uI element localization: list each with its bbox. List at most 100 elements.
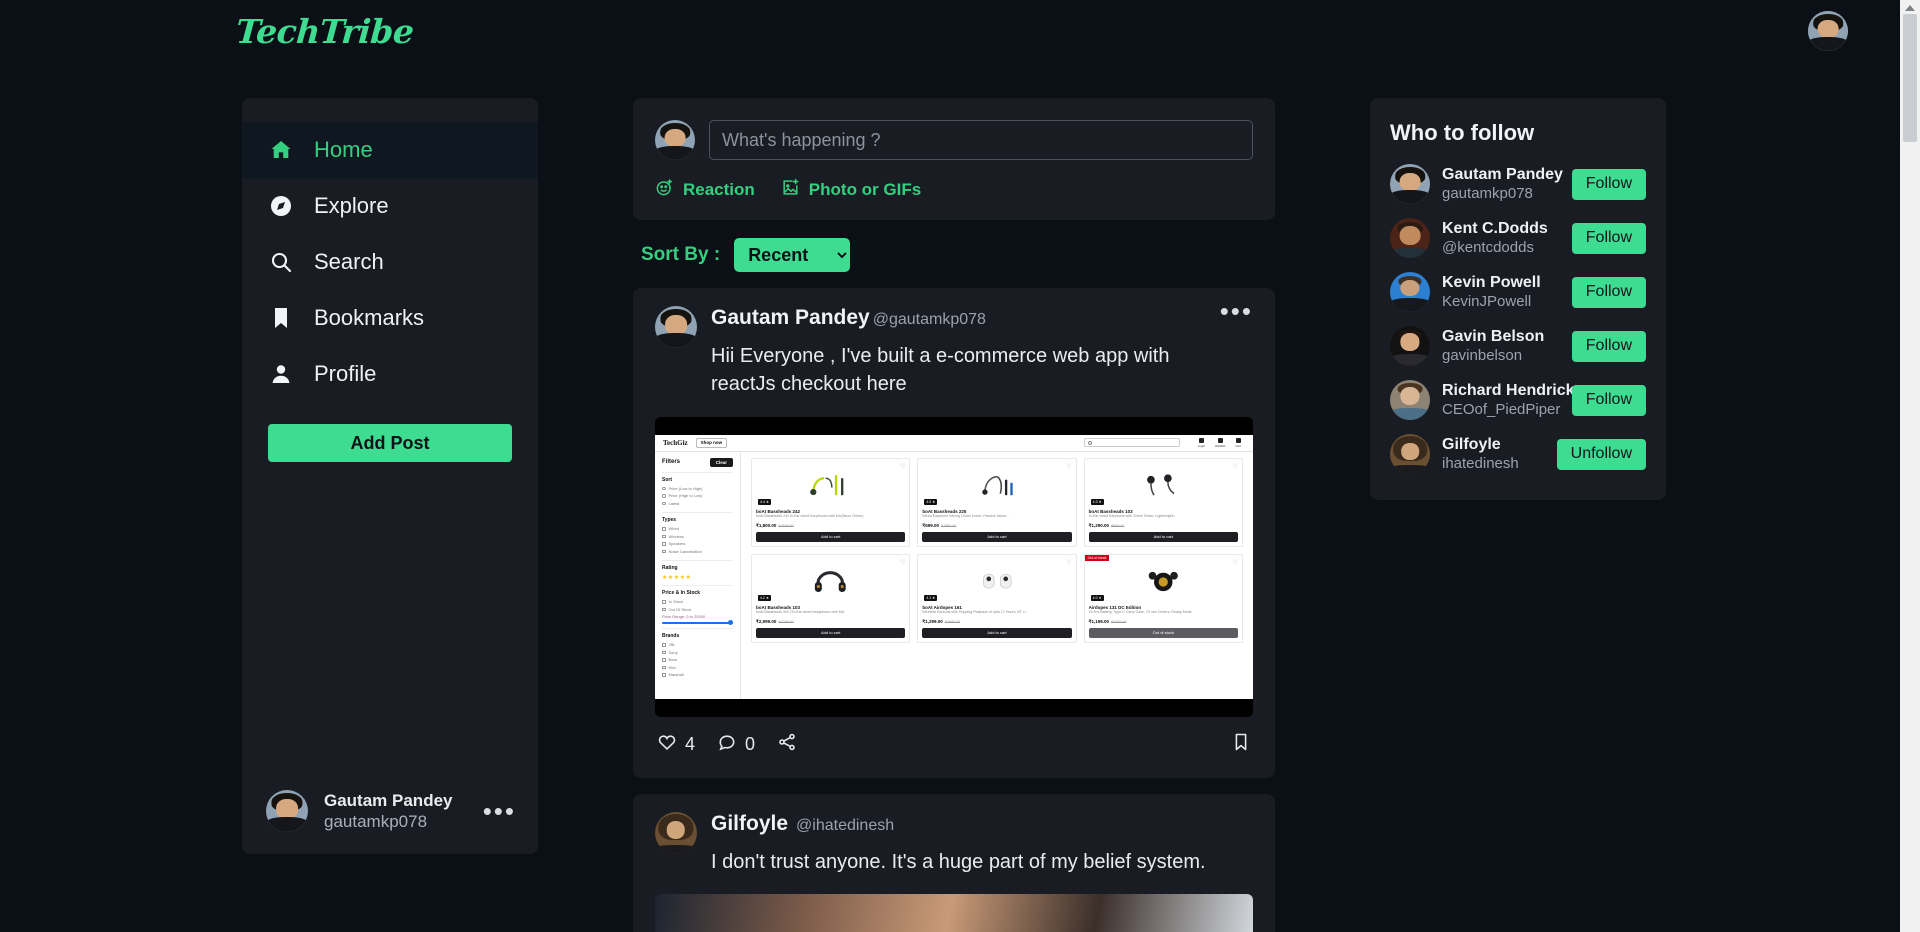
filter-option: Out Of Stock — [662, 607, 733, 612]
heart-icon — [1217, 437, 1223, 443]
post-author-name[interactable]: Gilfoyle — [711, 812, 788, 836]
follow-button[interactable]: Follow — [1571, 384, 1646, 416]
product-price-value: ₹1,199.00 — [1088, 618, 1110, 624]
person-icon — [268, 361, 294, 387]
comment-button[interactable]: 0 — [717, 732, 755, 757]
follow-button[interactable]: Follow — [1571, 330, 1646, 362]
checkbox-icon — [662, 534, 666, 539]
comment-count: 0 — [745, 733, 756, 754]
sidebar-item-label: Search — [314, 249, 384, 274]
product-badge: 4.4 ★ — [758, 498, 771, 505]
scroll-up-arrow-icon[interactable] — [1905, 5, 1915, 11]
product-price: ₹699.00 ₹1990.00 — [922, 523, 1071, 529]
avatar-body — [1808, 36, 1848, 51]
product-desc: Wireless Earbuds with Hopping Playback o… — [922, 609, 1028, 614]
app-logo[interactable]: TechTribe — [235, 12, 415, 51]
sidebar-user-row[interactable]: Gautam Pandey gautamkp078 ••• — [242, 768, 538, 854]
sidebar-user-handle: gautamkp078 — [324, 812, 428, 831]
product-price-was: ₹899.00 — [1111, 523, 1125, 528]
avatar[interactable] — [1390, 434, 1430, 474]
product-image: 4.3 ★ — [1089, 463, 1238, 507]
checkbox-icon — [662, 549, 666, 554]
product-card: Out of stock ♡ 4.0 ★ Airdopes 131 DC Edi… — [1083, 553, 1243, 643]
filter-option: Sony — [662, 650, 733, 655]
main-layout: Home Explore Search Bookmarks Profile Ad… — [0, 62, 1920, 932]
follow-name: Kevin Powell — [1442, 273, 1541, 291]
product-price-value: ₹699.00 — [922, 522, 939, 528]
post-author-avatar[interactable] — [655, 306, 697, 348]
post-media[interactable]: TechGiz Shop now Login Wishlist Cart Fil… — [655, 416, 1253, 717]
post-menu-icon[interactable]: ••• — [1220, 298, 1253, 324]
page-scrollbar[interactable] — [1900, 0, 1920, 932]
follow-button[interactable]: Follow — [1571, 276, 1646, 308]
product-image: 4.4 ★ — [756, 463, 905, 507]
composer-input[interactable] — [709, 120, 1253, 160]
post-author-avatar[interactable] — [655, 811, 697, 854]
follow-button[interactable]: Follow — [1571, 222, 1646, 254]
cart-icon — [1235, 437, 1241, 443]
sidebar-item-bookmarks[interactable]: Bookmarks — [242, 290, 538, 346]
filter-option: Latest — [662, 501, 733, 506]
filter-option-label: Marshall — [668, 672, 684, 678]
post-author-handle[interactable]: @gautamkp078 — [873, 311, 986, 329]
bookmark-button[interactable] — [1231, 731, 1251, 758]
filter-option-label: Price (High to Low) — [668, 493, 703, 499]
post-header: Gilfoyle @ihatedinesh I don't trust anyo… — [655, 811, 1253, 876]
techgiz-header-icons: Login Wishlist Cart — [1198, 437, 1241, 448]
unfollow-button[interactable]: Unfollow — [1556, 438, 1646, 470]
embedded-screenshot: TechGiz Shop now Login Wishlist Cart Fil… — [655, 416, 1253, 717]
sidebar-item-profile[interactable]: Profile — [242, 346, 538, 402]
post-composer: Reaction Photo or GIFs — [633, 98, 1275, 220]
product-price-value: ₹1,290.00 — [1088, 522, 1110, 528]
product-price-was: ₹1990.00 — [940, 523, 957, 528]
filter-option: Wireless — [662, 534, 733, 539]
follow-names: Kevin Powell KevinJPowell — [1442, 273, 1560, 312]
post-author-name[interactable]: Gautam Pandey — [711, 306, 870, 330]
add-to-cart-button: Add to cart — [1088, 531, 1238, 542]
photo-or-gifs-button[interactable]: Photo or GIFs — [781, 178, 921, 202]
reaction-label: Reaction — [683, 180, 755, 199]
post-media[interactable] — [655, 894, 1253, 932]
scrollbar-thumb[interactable] — [1903, 14, 1917, 142]
follow-button[interactable]: Follow — [1571, 168, 1646, 200]
product-desc: boAt Bassheads 900 On-Ear wired headphon… — [756, 609, 845, 614]
avatar[interactable] — [266, 790, 308, 832]
sidebar-item-home[interactable]: Home — [242, 122, 538, 178]
right-rail: Who to follow Gautam Pandey gautamkp078 … — [1370, 98, 1666, 500]
avatar[interactable] — [1390, 326, 1430, 366]
post-author-handle[interactable]: @ihatedinesh — [796, 817, 894, 835]
checkbox-icon — [662, 673, 666, 677]
product-card: ♡ 4.2 ★ boAt Bassheads 103 boAt Basshead… — [751, 553, 911, 643]
filter-option: Price (High to Low) — [662, 493, 733, 498]
product-price: ₹2,999.00 ₹4299.00 — [756, 619, 905, 625]
bookmark-icon — [268, 305, 294, 331]
avatar[interactable] — [1390, 164, 1430, 204]
techgiz-cart-icon: Cart — [1235, 437, 1241, 448]
techgiz-page: TechGiz Shop now Login Wishlist Cart Fil… — [655, 434, 1253, 699]
avatar[interactable] — [1390, 218, 1430, 258]
share-button[interactable] — [777, 732, 797, 757]
sort-select[interactable]: Recent Trending Oldest — [734, 238, 851, 272]
product-badge: 4.3 ★ — [1090, 498, 1104, 505]
product-badge: 4.0 ★ — [1090, 594, 1104, 601]
sidebar: Home Explore Search Bookmarks Profile Ad… — [242, 98, 538, 854]
reaction-button[interactable]: Reaction — [655, 178, 755, 202]
filter-option-label: Price (Low to High) — [668, 485, 703, 491]
sidebar-item-search[interactable]: Search — [242, 234, 538, 290]
like-button[interactable]: 4 — [657, 732, 695, 757]
add-post-button[interactable]: Add Post — [268, 424, 512, 462]
bookmark-icon — [1231, 731, 1251, 758]
follow-names: Gavin Belson gavinbelson — [1442, 327, 1560, 366]
sidebar-user-menu-icon[interactable]: ••• — [483, 798, 516, 824]
avatar[interactable] — [1390, 272, 1430, 312]
sidebar-item-explore[interactable]: Explore — [242, 178, 538, 234]
rating-stars: ★★★★★ — [662, 575, 692, 582]
avatar[interactable] — [1390, 380, 1430, 420]
product-badge: 4.1 ★ — [924, 594, 938, 601]
techgiz-clear-button: Clear — [709, 457, 733, 467]
filter-option-label: Speakers — [668, 541, 686, 547]
product-desc: In-Ear wired Earphone with 10mm Driver, … — [1088, 513, 1177, 518]
product-price-value: ₹2,999.00 — [756, 618, 777, 624]
topbar-avatar[interactable] — [1808, 11, 1848, 51]
